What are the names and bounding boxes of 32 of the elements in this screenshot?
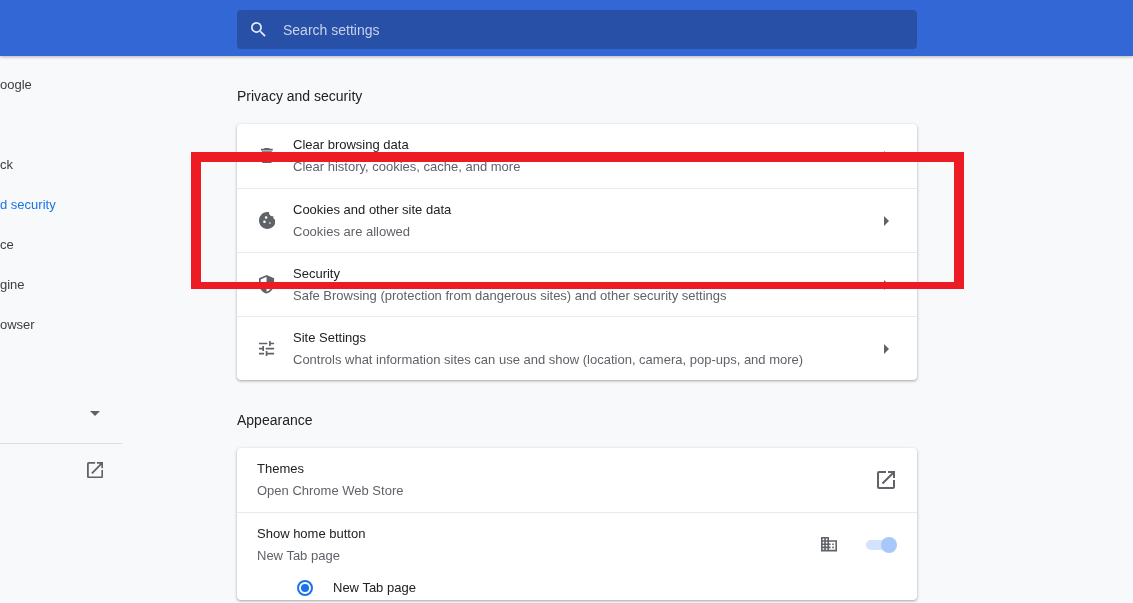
cookie-icon — [258, 212, 276, 229]
row-subtitle: Safe Browsing (protection from dangerous sites) and other security settings — [293, 286, 727, 305]
sidebar-item[interactable]: d security — [0, 185, 56, 225]
search-icon[interactable] — [251, 22, 266, 37]
caret-right-icon[interactable] — [884, 343, 889, 354]
section-title: Privacy and security — [237, 87, 363, 106]
row-subtitle: Open Chrome Web Store — [257, 482, 404, 500]
sliders-icon — [259, 340, 275, 357]
external-link-icon[interactable] — [87, 461, 104, 479]
shield-icon — [259, 275, 275, 294]
sidebar-item[interactable]: ce — [0, 225, 14, 265]
caret-right-icon[interactable] — [884, 215, 889, 226]
caret-icon[interactable] — [90, 410, 100, 416]
row-subtitle: New Tab page — [257, 546, 340, 565]
sidebar-item[interactable]: ck — [0, 145, 13, 185]
row-title: Security — [293, 264, 340, 283]
section-title: Appearance — [237, 411, 313, 430]
row-title: Site Settings — [293, 328, 366, 347]
row-title: Themes — [257, 460, 304, 478]
row-subtitle: Clear history, cookies, cache, and more — [293, 158, 521, 176]
search-field[interactable]: Search settings — [237, 10, 917, 49]
trash-icon — [261, 148, 273, 164]
row-title: Show home button — [257, 524, 366, 543]
row-title: Cookies and other site data — [293, 200, 452, 219]
row-title: Clear browsing data — [293, 136, 409, 154]
external-link-icon[interactable] — [877, 471, 895, 489]
radio-label: New Tab page — [333, 579, 416, 597]
row-subtitle: Controls what information sites can use and show (location, camera, pop-ups, and more) — [293, 350, 804, 369]
row-subtitle: Cookies are allowed — [293, 222, 411, 241]
sidebar-item[interactable]: owser — [0, 305, 35, 345]
sidebar-item[interactable]: oogle — [0, 65, 32, 105]
sidebar-item[interactable]: gine — [0, 265, 25, 305]
